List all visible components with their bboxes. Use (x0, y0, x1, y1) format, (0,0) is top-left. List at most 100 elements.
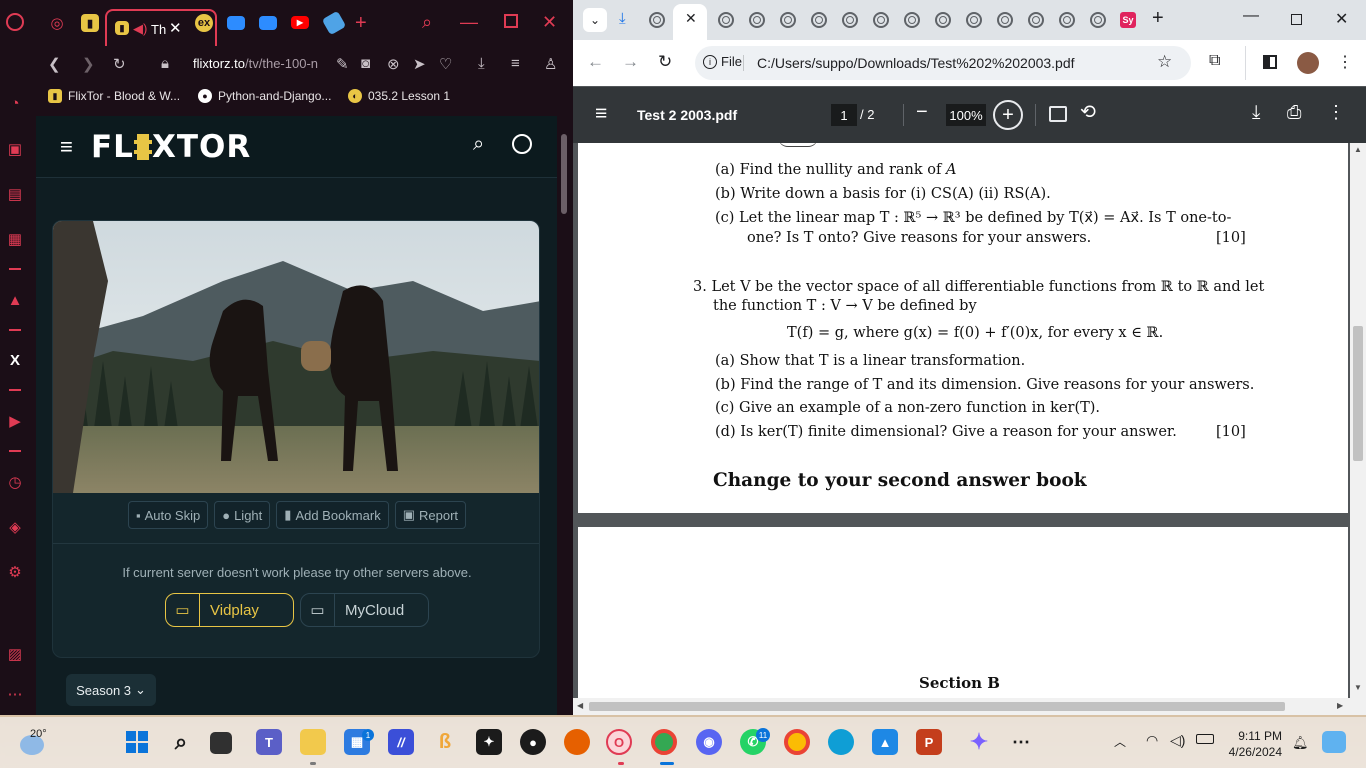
search-icon[interactable]: ⌕ (168, 729, 194, 755)
scroll-thumb[interactable] (561, 134, 567, 214)
tab[interactable] (873, 12, 889, 28)
url-text[interactable]: flixtorz.to/tv/the-100-n (193, 56, 318, 71)
back-icon[interactable]: ❮ (48, 55, 61, 73)
wifi-icon[interactable]: ◠ (1146, 732, 1158, 749)
vs-code-icon[interactable]: // (388, 729, 414, 755)
pdf-vertical-scrollbar[interactable]: ▲ ▼ (1350, 143, 1366, 698)
pdf-menu-icon[interactable]: ≡ (595, 102, 607, 126)
discord-icon[interactable]: ◉ (696, 729, 722, 755)
zoom-input[interactable]: 100% (946, 104, 986, 126)
auto-skip-button[interactable]: ▪ Auto Skip (127, 501, 209, 529)
tab-zoom-1[interactable] (227, 16, 245, 30)
opera-logo-icon[interactable] (6, 13, 24, 31)
heart-icon[interactable]: ♡ (439, 55, 452, 73)
github-desktop-icon[interactable]: ● (520, 729, 546, 755)
bookmark-flixtor[interactable]: ▮ FlixTor - Blood & W... (48, 89, 180, 103)
omnibox[interactable]: i File C:/Users/suppo/Downloads/Test%202%… (695, 46, 1191, 80)
scroll-left-icon[interactable]: ◀ (577, 701, 583, 710)
chrome-profile-icon[interactable] (784, 729, 810, 755)
tab[interactable] (1090, 12, 1106, 28)
video-player[interactable] (53, 221, 539, 493)
tab-youtube[interactable]: ▶ (291, 16, 309, 29)
tab[interactable] (780, 12, 796, 28)
photos-icon[interactable]: ▲ (872, 729, 898, 755)
teams-icon[interactable]: T (256, 729, 282, 755)
bookmark-lesson[interactable]: ◐ 035.2 Lesson 1 (348, 89, 450, 103)
download-icon[interactable]: ⤓ (1252, 102, 1260, 124)
bookmark-star-icon[interactable]: ☆ (1157, 52, 1172, 72)
tab[interactable] (935, 12, 951, 28)
tab[interactable] (811, 12, 827, 28)
fit-page-icon[interactable] (1049, 106, 1067, 122)
copilot-icon[interactable]: ✦ (966, 729, 992, 755)
search-tabs-icon[interactable]: ⌕ (422, 12, 432, 33)
scroll-right-icon[interactable]: ▶ (1337, 701, 1343, 710)
minimize-icon[interactable]: — (1243, 7, 1259, 25)
crypto-wallet-icon[interactable]: ▦ (5, 229, 25, 249)
close-window-icon[interactable]: ✕ (542, 12, 557, 33)
pdf-horizontal-scrollbar[interactable]: ◀ ▶ (573, 698, 1366, 715)
aria-icon[interactable]: ▲ (5, 290, 25, 310)
zoom-out-icon[interactable]: − (916, 101, 928, 124)
tab-symbolab-icon[interactable]: Sy (1120, 12, 1136, 28)
profile-avatar[interactable] (1297, 52, 1319, 74)
tab[interactable] (997, 12, 1013, 28)
tab-opera[interactable] (649, 12, 665, 28)
chrome-taskbar-icon[interactable] (651, 729, 677, 755)
close-window-icon[interactable]: ✕ (1335, 9, 1348, 29)
block-icon[interactable]: ⊗ (387, 55, 400, 73)
send-icon[interactable]: ➤ (413, 55, 426, 73)
show-hidden-icons-icon[interactable]: ︿ (1114, 733, 1126, 750)
extensions-puzzle-icon[interactable]: ⧉ (1209, 52, 1220, 70)
side-panel-icon[interactable] (1263, 55, 1277, 69)
server-vidplay-button[interactable]: ▭ Vidplay (165, 593, 294, 627)
more-apps-icon[interactable]: ⋯ (1008, 729, 1034, 755)
user-account-icon[interactable] (512, 134, 532, 154)
tab-extramath[interactable]: ex (195, 14, 213, 32)
file-explorer-icon[interactable] (300, 729, 326, 755)
easy-setup-icon[interactable]: ≡ (511, 55, 520, 72)
forward-icon[interactable]: → (622, 52, 639, 72)
settings-gear-icon[interactable]: ⚙ (5, 562, 25, 582)
tab[interactable] (966, 12, 982, 28)
tab[interactable] (1028, 12, 1044, 28)
profile-icon[interactable]: ♙ (544, 55, 557, 73)
add-bookmark-button[interactable]: ▮ Add Bookmark (276, 501, 389, 529)
more-dots-icon[interactable]: ⋯ (5, 684, 25, 704)
light-button[interactable]: ● Light (214, 501, 271, 529)
bookmark-python-django[interactable]: ● Python-and-Django... (198, 89, 331, 103)
copilot-preview-icon[interactable] (1322, 731, 1346, 753)
tab-active-pdf[interactable]: ✕ (673, 4, 707, 40)
forward-icon[interactable]: ❯ (82, 55, 95, 73)
powerpoint-icon[interactable]: P (916, 729, 942, 755)
new-tab-icon[interactable]: + (355, 12, 367, 35)
minimize-icon[interactable]: — (460, 12, 478, 33)
report-button[interactable]: ▣ Report (394, 501, 467, 529)
start-windows-icon[interactable] (124, 729, 150, 755)
season-select[interactable]: Season 3 ⌄ (66, 674, 156, 706)
twitch-icon[interactable]: ▤ (5, 184, 25, 204)
reload-icon[interactable]: ↻ (113, 55, 126, 73)
pdf-viewer[interactable]: (a) Find the nullity and rank of A (b) W… (573, 143, 1366, 715)
chrome-menu-icon[interactable]: ⋮ (1337, 52, 1353, 72)
firefox-icon[interactable] (564, 729, 590, 755)
coin-app-icon[interactable]: ß (432, 729, 458, 755)
opera-scrollbar[interactable] (557, 116, 571, 715)
maximize-icon[interactable] (1291, 14, 1302, 25)
camera-icon[interactable]: ◙ (361, 55, 370, 72)
opera-taskbar-icon[interactable]: O (606, 729, 632, 755)
scroll-up-icon[interactable]: ▲ (1354, 145, 1362, 154)
close-tab-icon[interactable]: ✕ (685, 10, 697, 27)
tab-flixtor[interactable]: ▮ (81, 14, 99, 32)
image-pin-icon[interactable]: ▨ (5, 644, 25, 664)
clock[interactable]: 9:11 PM 4/26/2024 (1228, 728, 1282, 760)
download-icon[interactable]: ⤓ (478, 55, 485, 72)
task-view-icon[interactable] (210, 732, 232, 754)
tab[interactable] (718, 12, 734, 28)
file-chip[interactable]: i File (703, 54, 742, 69)
tab-zoom-2[interactable] (259, 16, 277, 30)
rotate-icon[interactable]: ⟲ (1080, 101, 1096, 124)
url-text[interactable]: C:/Users/suppo/Downloads/Test%202%202003… (757, 55, 1075, 71)
back-icon[interactable]: ← (587, 52, 604, 72)
speed-dial-icon[interactable]: ◔ (5, 93, 25, 113)
